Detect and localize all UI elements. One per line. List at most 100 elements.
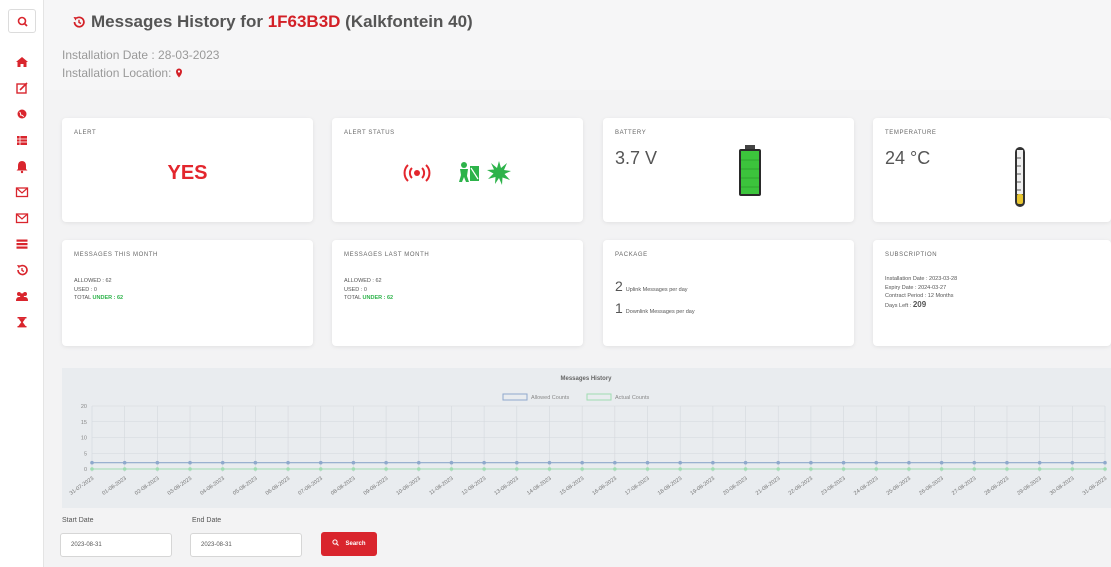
y-tick-label: 5 [84, 451, 87, 457]
history-icon [17, 264, 28, 276]
users-icon [16, 292, 28, 301]
sidebar-item-history[interactable] [12, 261, 32, 279]
x-tick-label: 24-08-2023 [853, 476, 879, 497]
data-point [318, 460, 323, 465]
x-tick-label: 25-08-2023 [886, 476, 912, 497]
uplink-text: Uplink Messages per day [625, 287, 688, 293]
hourglass-icon [17, 317, 27, 328]
data-point [449, 460, 454, 465]
x-tick-label: 09-08-2023 [363, 476, 389, 497]
downlink-text: Downlink Messages per day [625, 309, 695, 315]
x-tick-label: 07-08-2023 [297, 476, 323, 497]
messages-this-month-card: MESSAGES THIS MONTH ALLOWED : 62 USED : … [62, 240, 313, 346]
data-point [1103, 467, 1107, 471]
x-tick-label: 11-08-2023 [428, 476, 454, 497]
sidebar-item-messages-2[interactable] [12, 209, 32, 227]
x-tick-label: 19-08-2023 [690, 476, 716, 497]
end-date-input[interactable]: 2023-08-31 [190, 533, 302, 557]
allowed-text: ALLOWED : 62 [344, 278, 382, 284]
x-tick-label: 29-08-2023 [1016, 476, 1042, 497]
y-tick-label: 15 [81, 420, 87, 426]
sidebar-item-home[interactable] [12, 53, 32, 71]
sidebar-item-edit[interactable] [12, 79, 32, 97]
start-date-label: Start Date [62, 517, 94, 524]
x-tick-label: 08-08-2023 [330, 476, 356, 497]
x-tick-label: 26-08-2023 [918, 476, 944, 497]
sidebar-item-users[interactable] [12, 287, 32, 305]
sidebar-item-globe[interactable] [12, 105, 32, 123]
data-point [613, 467, 617, 471]
subscription-card: SUBSCRIPTION Installation Date : 2023-03… [873, 240, 1111, 346]
data-point [580, 460, 584, 465]
data-point [351, 467, 356, 471]
data-point [1070, 467, 1075, 471]
sidebar-item-list[interactable] [12, 235, 32, 253]
y-tick-label: 20 [81, 404, 87, 410]
x-tick-label: 27-08-2023 [951, 476, 977, 497]
x-tick-label: 14-08-2023 [526, 476, 552, 497]
uplink-count: 2 [615, 278, 623, 294]
data-point [776, 460, 781, 465]
start-date-input[interactable]: 2023-08-31 [60, 533, 172, 557]
data-point [580, 467, 584, 471]
data-point [678, 460, 682, 465]
data-point [678, 467, 682, 471]
data-point [809, 460, 813, 465]
burst-icon [487, 161, 511, 185]
alarm-signal-icon [403, 164, 431, 182]
search-button-label: Search [345, 541, 366, 547]
battery-label: BATTERY [615, 130, 647, 136]
chart-svg: Messages History Allowed Counts Actual Cou… [69, 376, 1108, 497]
total-prefix: TOTAL [74, 295, 93, 301]
x-tick-label: 17-08-2023 [624, 476, 650, 497]
legend-swatch [502, 393, 528, 401]
messages-last-month-details: ALLOWED : 62 USED : 0 TOTAL UNDER : 62 [344, 277, 393, 303]
page-title: Messages History for 1F63B3D (Kalkfontei… [72, 12, 473, 32]
thermometer-icon [1015, 147, 1025, 207]
data-point [645, 460, 650, 465]
sidebar-item-alerts[interactable] [12, 157, 32, 175]
used-text: USED : 0 [74, 286, 97, 293]
data-point [286, 460, 290, 465]
data-point [351, 460, 356, 465]
data-point [547, 460, 552, 465]
uplink-row: 2 Uplink Messages per day [615, 278, 688, 296]
map-pin-icon[interactable] [175, 68, 183, 78]
data-point [90, 460, 94, 465]
data-point [220, 460, 225, 465]
title-suffix: (Kalkfontein 40) [340, 12, 473, 31]
total-text: TOTAL UNDER : 62 [74, 294, 123, 303]
data-point [220, 467, 225, 471]
intruder-icon [459, 162, 479, 182]
sidebar-item-list-box[interactable] [12, 131, 32, 149]
page-header: Messages History for 1F63B3D (Kalkfontei… [44, 0, 1111, 90]
x-tick-label: 13-08-2023 [493, 476, 519, 497]
temperature-card: TEMPERATURE 24 °C [873, 118, 1111, 222]
search-button[interactable]: Search [321, 532, 377, 556]
sidebar-search-button[interactable] [8, 9, 36, 33]
data-point [286, 467, 290, 471]
x-tick-label: 10-08-2023 [395, 476, 421, 497]
x-tick-label: 28-08-2023 [984, 476, 1010, 497]
data-point [776, 467, 781, 471]
data-point [874, 467, 879, 471]
title-prefix: Messages History for [91, 12, 268, 31]
total-value: UNDER : 62 [362, 295, 394, 301]
installation-location-label: Installation Location: [62, 66, 172, 80]
alert-label: ALERT [74, 130, 97, 136]
legend-label: Actual Counts [615, 395, 649, 401]
list-icon [16, 239, 28, 249]
data-point [907, 460, 911, 465]
days-left-label: Days Left : [885, 302, 913, 309]
sidebar-item-hourglass[interactable] [12, 313, 32, 331]
data-point [743, 460, 748, 465]
alert-value: YES [167, 162, 208, 184]
data-point [515, 460, 519, 465]
data-point [939, 467, 944, 471]
data-point [482, 467, 486, 471]
messages-history-chart: Messages History Allowed Counts Actual Cou… [62, 368, 1111, 508]
sidebar-item-messages[interactable] [12, 183, 32, 201]
chart-title: Messages History [560, 376, 612, 382]
data-point [416, 467, 421, 471]
data-point [482, 460, 486, 465]
